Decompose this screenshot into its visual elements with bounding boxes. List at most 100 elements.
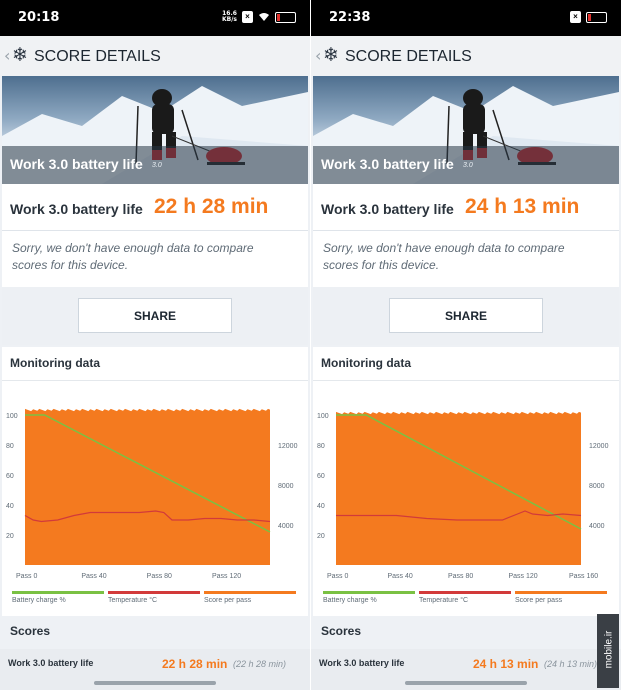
wifi-icon — [259, 13, 269, 21]
chart-legend: Battery charge % Temperature °C Score pe… — [313, 591, 619, 611]
scores-title: Scores — [321, 624, 362, 638]
score-value: 22 h 28 min — [154, 195, 269, 218]
score-value: 24 h 13 min — [465, 195, 580, 218]
score-row-sub: (22 h 28 min) — [233, 659, 287, 669]
divider — [313, 380, 619, 381]
legend-swatch-battery — [323, 591, 415, 594]
score-row-label: Work 3.0 battery life — [8, 658, 94, 668]
legend-swatch-score — [515, 591, 607, 594]
network-speed: 16.6 KB/s — [222, 10, 237, 23]
page-title: SCORE DETAILS — [345, 48, 472, 65]
legend-label-score: Score per pass — [515, 597, 563, 604]
back-icon[interactable]: ‹ — [4, 46, 10, 65]
comparison-notice: Sorry, we don't have enough data to comp… — [2, 231, 308, 287]
legend-swatch-score — [204, 591, 296, 594]
legend-label-battery: Battery charge % — [323, 597, 377, 604]
divider — [2, 380, 308, 381]
monitoring-title: Monitoring data — [10, 356, 100, 370]
scores-title: Scores — [10, 624, 51, 638]
score-row-label: Work 3.0 battery life — [319, 658, 405, 668]
x-tick: Pass 80 — [147, 573, 172, 580]
score-label: Work 3.0 battery life — [321, 201, 454, 217]
watermark: mobile.ir — [597, 614, 619, 688]
x-tick: Pass 120 — [508, 573, 537, 580]
y-right-tick: 12000 — [589, 443, 609, 450]
score-summary: Work 3.0 battery life 24 h 13 min — [313, 184, 619, 231]
back-icon[interactable]: ‹ — [315, 46, 321, 65]
snowflake-logo-icon: ❄ — [12, 44, 28, 66]
legend-swatch-temperature — [419, 591, 511, 594]
legend-swatch-battery — [12, 591, 104, 594]
x-tick: Pass 40 — [81, 573, 106, 580]
no-sim-icon: × — [242, 11, 253, 23]
monitoring-card: Monitoring data 100 80 60 40 20 12000 8000 4000… — [2, 347, 308, 616]
share-area: SHARE — [313, 287, 619, 345]
legend-score: Score per pass — [515, 591, 607, 604]
comparison-notice: Sorry, we don't have enough data to comp… — [313, 231, 619, 287]
x-tick: Pass 0 — [327, 573, 349, 580]
legend-swatch-temperature — [108, 591, 200, 594]
y-right-tick: 12000 — [278, 443, 298, 450]
hero-badge: 3.0 — [463, 162, 473, 169]
battery-icon — [586, 11, 607, 23]
x-tick: Pass 160 — [569, 573, 598, 580]
y-left-tick: 20 — [6, 533, 14, 540]
legend-score: Score per pass — [204, 591, 296, 604]
legend-temperature: Temperature °C — [419, 591, 511, 604]
watermark-text: mobile.ir — [603, 630, 615, 669]
score-label: Work 3.0 battery life — [10, 201, 143, 217]
status-bar: 20:18 16.6 KB/s × — [0, 0, 310, 36]
y-left-tick: 60 — [317, 473, 325, 480]
hero-title: Work 3.0 battery life — [321, 156, 454, 172]
y-left-tick: 100 — [317, 413, 329, 420]
monitoring-card: Monitoring data 100 80 60 40 20 12000 8000 4000… — [313, 347, 619, 616]
monitoring-chart: 100 80 60 40 20 12000 8000 4000 Pass 0 Pass 40 Pas… — [317, 411, 609, 580]
x-tick: Pass 80 — [448, 573, 473, 580]
legend-temperature: Temperature °C — [108, 591, 200, 604]
y-left-tick: 80 — [317, 443, 325, 450]
panel-left: 20:18 16.6 KB/s × ‹ ❄ SCORE DETAILS Work… — [0, 0, 310, 690]
snowflake-logo-icon: ❄ — [323, 44, 339, 66]
hero-badge: 3.0 — [152, 162, 162, 169]
hero-title: Work 3.0 battery life — [10, 156, 143, 172]
y-right-tick: 8000 — [278, 483, 294, 490]
legend-battery: Battery charge % — [323, 591, 415, 604]
score-row-sub: (24 h 13 min) — [544, 659, 598, 669]
share-button[interactable]: SHARE — [78, 298, 232, 333]
comparison-notice-text: Sorry, we don't have enough data to comp… — [12, 241, 254, 272]
score-per-pass-area — [25, 408, 270, 565]
x-tick: Pass 0 — [16, 573, 38, 580]
y-left-tick: 60 — [6, 473, 14, 480]
monitoring-chart: 100 80 60 40 20 12000 8000 4000 Pass 0 Pass 40 Pas… — [6, 408, 298, 580]
chart-legend: Battery charge % Temperature °C Score pe… — [2, 591, 308, 611]
clock: 20:18 — [18, 10, 60, 25]
score-row-value: 24 h 13 min — [473, 657, 539, 671]
x-tick: Pass 120 — [212, 573, 241, 580]
home-indicator[interactable] — [405, 681, 527, 685]
no-sim-icon: × — [570, 11, 581, 23]
y-right-tick: 4000 — [278, 523, 294, 530]
legend-battery: Battery charge % — [12, 591, 104, 604]
monitoring-title: Monitoring data — [321, 356, 411, 370]
home-indicator[interactable] — [94, 681, 216, 685]
panel-right: 22:38 × ‹ ❄ SCORE DETAILS Work 3.0 batte… — [311, 0, 621, 690]
y-right-tick: 4000 — [589, 523, 605, 530]
y-left-tick: 20 — [317, 533, 325, 540]
y-left-tick: 80 — [6, 443, 14, 450]
hero-image: Work 3.0 battery life 3.0 — [313, 76, 619, 184]
page-title: SCORE DETAILS — [34, 48, 161, 65]
legend-label-temperature: Temperature °C — [108, 597, 158, 604]
battery-icon — [275, 11, 296, 23]
page-header: ‹ ❄ SCORE DETAILS — [311, 36, 621, 76]
score-row-value: 22 h 28 min — [162, 657, 228, 671]
share-area: SHARE — [2, 287, 308, 345]
y-left-tick: 40 — [6, 503, 14, 510]
y-left-tick: 40 — [317, 503, 325, 510]
status-bar: 22:38 × — [311, 0, 621, 36]
legend-label-score: Score per pass — [204, 597, 252, 604]
legend-label-temperature: Temperature °C — [419, 597, 469, 604]
share-button[interactable]: SHARE — [389, 298, 543, 333]
y-right-tick: 8000 — [589, 483, 605, 490]
hero-image: Work 3.0 battery life 3.0 — [2, 76, 308, 184]
comparison-notice-text: Sorry, we don't have enough data to comp… — [323, 241, 565, 272]
